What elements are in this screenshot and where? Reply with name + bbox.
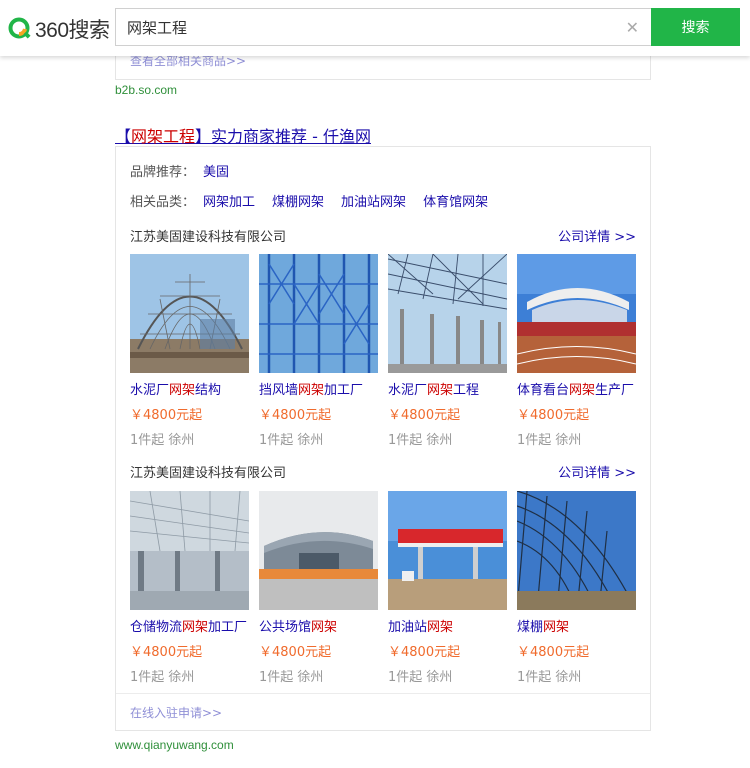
product-price: ￥4800元起: [259, 408, 332, 423]
product-name[interactable]: 仓储物流网架加工厂: [130, 616, 249, 635]
product-name-highlight: 网架: [427, 620, 454, 635]
title-bracket: 【: [115, 127, 132, 146]
result-title-link[interactable]: 【网架工程】实力商家推荐 - 仟渔网: [115, 123, 371, 147]
product-name-highlight: 网架: [569, 383, 596, 398]
product-name-text: 仓储物流: [130, 620, 183, 635]
product-price: ￥4800元起: [130, 408, 203, 423]
company-detail-link[interactable]: 公司详情 >>: [558, 462, 636, 481]
brand-row: 品牌推荐： 美固: [130, 161, 238, 180]
product-price: ￥4800元起: [388, 408, 461, 423]
product-price: ￥4800元起: [517, 645, 590, 660]
product-card: 体育看台网架生产厂 ￥4800元起 1件起 徐州: [517, 254, 636, 448]
product-price: ￥4800元起: [130, 645, 203, 660]
product-name-text: 加工厂: [208, 620, 248, 635]
search-button[interactable]: 搜索: [651, 8, 740, 46]
product-name-text: 生产厂: [595, 383, 635, 398]
product-name-text: 水泥厂: [130, 383, 170, 398]
search-input[interactable]: [116, 10, 596, 44]
product-name-highlight: 网架: [182, 620, 209, 635]
product-card: 加油站网架 ￥4800元起 1件起 徐州: [388, 491, 507, 685]
title-highlight: 网架工程: [131, 127, 196, 146]
product-card: 挡风墙网架加工厂 ￥4800元起 1件起 徐州: [259, 254, 378, 448]
product-name[interactable]: 水泥厂网架结构: [130, 379, 249, 398]
product-name-text: 结构: [195, 383, 222, 398]
product-price: ￥4800元起: [259, 645, 332, 660]
product-name[interactable]: 水泥厂网架工程: [388, 379, 507, 398]
product-card: 公共场馆网架 ￥4800元起 1件起 徐州: [259, 491, 378, 685]
product-name-text: 挡风墙: [259, 383, 299, 398]
product-image-stadium-stand[interactable]: [517, 254, 636, 373]
category-link[interactable]: 体育馆网架: [423, 195, 488, 210]
product-name[interactable]: 煤棚网架: [517, 616, 636, 635]
brand-label: 品牌推荐：: [130, 165, 196, 180]
product-price: ￥4800元起: [517, 408, 590, 423]
product-name-highlight: 网架: [427, 383, 454, 398]
product-name-highlight: 网架: [543, 620, 570, 635]
product-meta: 1件起 徐州: [259, 433, 324, 448]
merchant-card: 品牌推荐： 美固 相关品类： 网架加工 煤棚网架 加油站网架 体育馆网架 江苏美固建设科技…: [115, 146, 651, 731]
product-image-space-frame-columns[interactable]: [388, 254, 507, 373]
card-divider: [116, 693, 650, 694]
product-name[interactable]: 体育看台网架生产厂: [517, 379, 636, 398]
result-source-url: www.qianyuwang.com: [115, 738, 234, 752]
product-meta: 1件起 徐州: [130, 433, 195, 448]
product-card: 水泥厂网架工程 ￥4800元起 1件起 徐州: [388, 254, 507, 448]
product-name-text: 工程: [453, 383, 480, 398]
product-name[interactable]: 公共场馆网架: [259, 616, 378, 635]
search-box: ✕: [115, 8, 651, 46]
product-card: 仓储物流网架加工厂 ￥4800元起 1件起 徐州: [130, 491, 249, 685]
category-link[interactable]: 网架加工: [203, 195, 255, 210]
product-name-text: 煤棚: [517, 620, 544, 635]
product-price: ￥4800元起: [388, 645, 461, 660]
brand-link[interactable]: 美固: [203, 165, 229, 180]
product-meta: 1件起 徐州: [517, 670, 582, 685]
product-card: 煤棚网架 ￥4800元起 1件起 徐州: [517, 491, 636, 685]
product-meta: 1件起 徐州: [130, 670, 195, 685]
product-image-coal-shed-frame[interactable]: [517, 491, 636, 610]
product-name[interactable]: 挡风墙网架加工厂: [259, 379, 378, 398]
product-name-highlight: 网架: [298, 383, 325, 398]
product-meta: 1件起 徐州: [259, 670, 324, 685]
product-image-dome-steel-structure[interactable]: [130, 254, 249, 373]
product-image-public-venue[interactable]: [259, 491, 378, 610]
product-name-text: 体育看台: [517, 383, 570, 398]
product-name-text: 加油站: [388, 620, 428, 635]
category-link[interactable]: 煤棚网架: [272, 195, 324, 210]
product-name-highlight: 网架: [169, 383, 196, 398]
product-card: 水泥厂网架结构 ￥4800元起 1件起 徐州: [130, 254, 249, 448]
close-icon[interactable]: ✕: [626, 18, 639, 37]
logo-icon: [8, 17, 31, 39]
product-meta: 1件起 徐州: [388, 433, 453, 448]
product-name-text: 公共场馆: [259, 620, 312, 635]
product-name-highlight: 网架: [311, 620, 338, 635]
category-link[interactable]: 加油站网架: [341, 195, 406, 210]
product-meta: 1件起 徐州: [517, 433, 582, 448]
logo-text: 360搜索: [35, 19, 110, 42]
product-image-gas-station-canopy[interactable]: [388, 491, 507, 610]
product-image-warehouse-interior[interactable]: [130, 491, 249, 610]
product-name-text: 加工厂: [324, 383, 364, 398]
company-name: 江苏美固建设科技有限公司: [130, 466, 287, 481]
product-meta: 1件起 徐州: [388, 670, 453, 685]
company-name: 江苏美固建设科技有限公司: [130, 230, 287, 245]
category-label: 相关品类：: [130, 195, 196, 210]
online-apply-link[interactable]: 在线入驻申请>>: [130, 704, 222, 721]
result-source-url: b2b.so.com: [115, 83, 178, 97]
product-name[interactable]: 加油站网架: [388, 616, 507, 635]
logo-360[interactable]: 360搜索: [8, 14, 110, 44]
product-name-text: 水泥厂: [388, 383, 428, 398]
company-detail-link[interactable]: 公司详情 >>: [558, 226, 636, 245]
search-header: 360搜索 ✕ 搜索: [0, 0, 750, 56]
category-row: 相关品类： 网架加工 煤棚网架 加油站网架 体育馆网架: [130, 191, 497, 210]
product-image-blue-frame-windwall[interactable]: [259, 254, 378, 373]
title-suffix: 】实力商家推荐 - 仟渔网: [195, 127, 371, 146]
